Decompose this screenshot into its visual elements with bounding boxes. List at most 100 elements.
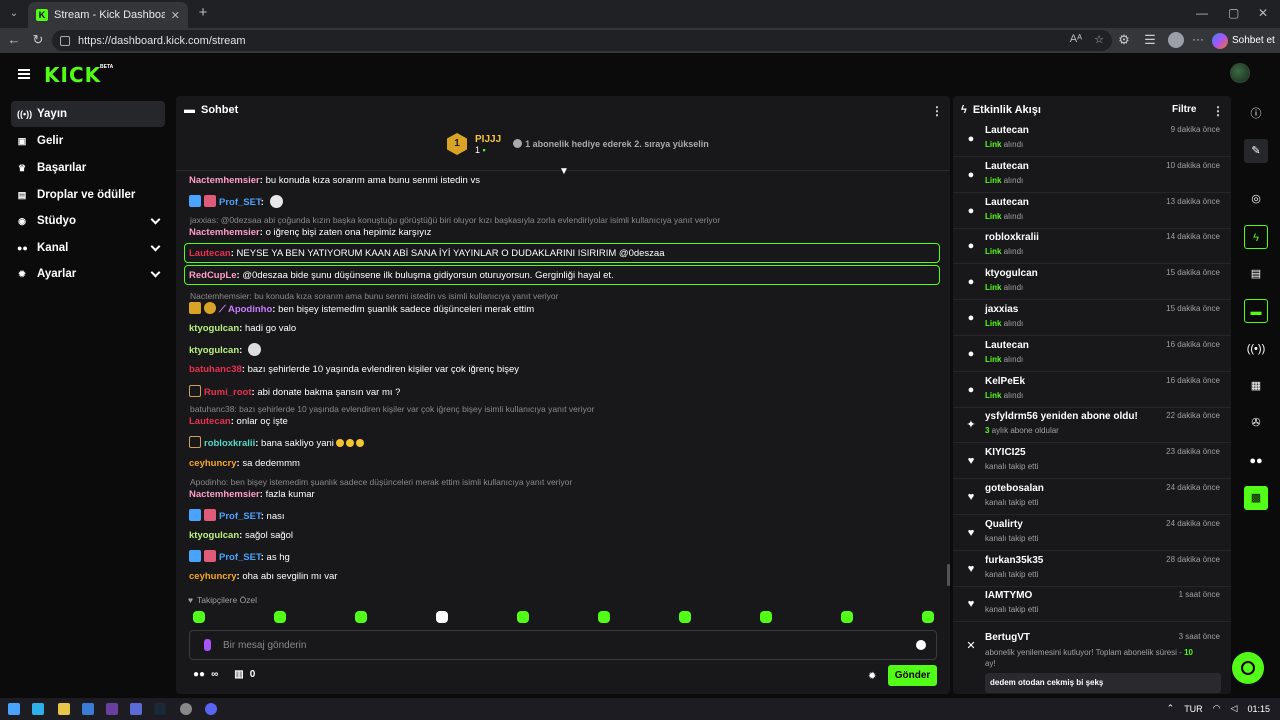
sidebar-item-yayin[interactable]: ((•)) Yayın xyxy=(11,101,165,127)
chat-message[interactable]: ktyogulcan: hadi go valo xyxy=(189,323,296,334)
emote-icon[interactable] xyxy=(355,611,367,623)
clock[interactable]: 01:15 xyxy=(1247,704,1270,714)
emote-icon[interactable] xyxy=(760,611,772,623)
tray-expand-icon[interactable]: ⌃ xyxy=(1167,703,1175,714)
favorites-icon[interactable]: ☰ xyxy=(1142,32,1158,48)
chat-message[interactable]: Prof_SET: xyxy=(189,195,283,208)
chat-options-icon[interactable]: ⋮ xyxy=(931,104,943,118)
activity-item[interactable]: ♥ gotebosalan 24 dakika önce kanalı takip e… xyxy=(953,480,1231,515)
discord-icon[interactable] xyxy=(205,703,217,715)
emote-icon[interactable] xyxy=(436,611,448,623)
read-aloud-icon[interactable]: Aᴬ xyxy=(1070,33,1082,46)
emote-icon[interactable] xyxy=(922,611,934,623)
chat-settings-icon[interactable]: ✹ xyxy=(868,671,876,682)
activity-item[interactable]: ● Lautecan 10 dakika önce Link alındı xyxy=(953,158,1231,193)
emote-icon[interactable] xyxy=(193,611,205,623)
sidebar-item-basarilar[interactable]: ♛ Başarılar xyxy=(11,155,165,181)
emote-icon[interactable] xyxy=(679,611,691,623)
sidebar-item-studyo[interactable]: ◉ Stüdyo xyxy=(11,208,165,234)
edge-icon[interactable] xyxy=(32,703,44,715)
app-icon[interactable] xyxy=(180,703,192,715)
broadcast-icon[interactable]: ((•)) xyxy=(1244,337,1268,361)
url-field[interactable]: https://dashboard.kick.com/stream Aᴬ ☆ xyxy=(52,30,1112,51)
minimize-icon[interactable]: — xyxy=(1196,6,1208,20)
lightning-icon[interactable]: ϟ xyxy=(1244,225,1268,249)
people-icon[interactable]: ●● xyxy=(1244,449,1268,473)
emoji-picker-icon[interactable] xyxy=(916,640,926,650)
activity-item[interactable]: ♥ furkan35k35 28 dakika önce kanalı takip e… xyxy=(953,552,1231,587)
chat-message[interactable]: RedCupLe: @0deszaa bide şunu düşünsene i… xyxy=(189,270,614,281)
favorite-star-icon[interactable]: ☆ xyxy=(1094,33,1104,46)
browser-profile-icon[interactable] xyxy=(1168,32,1184,48)
menu-icon[interactable] xyxy=(18,69,30,79)
maximize-icon[interactable]: ▢ xyxy=(1228,6,1239,20)
activity-item[interactable]: ● Lautecan 13 dakika önce Link alındı xyxy=(953,194,1231,229)
emote-icon[interactable] xyxy=(517,611,529,623)
chat-message[interactable]: ceyhuncry: sa dedemmm xyxy=(189,458,300,469)
sidebar-item-gelir[interactable]: ▣ Gelir xyxy=(11,128,165,154)
microphone-icon[interactable] xyxy=(204,639,211,651)
clapperboard-icon[interactable]: ▩ xyxy=(1244,486,1268,510)
camera-icon[interactable]: ◎ xyxy=(1244,187,1268,211)
pinned-gifter-leaderboard[interactable]: 1 PIJJJ 1 ▪ 1 abonelik hediye ederek 2. … xyxy=(447,133,709,155)
activity-item[interactable]: ● robloxkralii 14 dakika önce Link alındı xyxy=(953,229,1231,265)
filter-button[interactable]: Filtre xyxy=(1172,104,1196,115)
site-info-icon[interactable] xyxy=(60,35,70,46)
edit-icon[interactable]: ✎ xyxy=(1244,139,1268,163)
sidebar-item-kanal[interactable]: ●● Kanal xyxy=(11,235,165,261)
activity-item[interactable]: ● jaxxias 15 dakika önce Link alındı xyxy=(953,301,1231,336)
emote-icon[interactable] xyxy=(841,611,853,623)
app-icon[interactable] xyxy=(130,703,142,715)
copilot-button[interactable]: Sohbet et xyxy=(1212,30,1275,51)
chat-message[interactable]: robloxkralii: bana sakliyo yani xyxy=(189,436,364,449)
chat-message[interactable]: ⟋ Apodinho: ben bişey istemedim şuanlık … xyxy=(189,302,534,315)
activity-item[interactable]: ♥ IAMTYMO 1 saat önce kanalı takip etti xyxy=(953,587,1231,623)
chat-message[interactable]: Nactemhemsier: bu konuda kıza sorarım am… xyxy=(189,175,480,186)
app-icon[interactable] xyxy=(82,703,94,715)
activity-item[interactable]: ♥ KIYICI25 23 dakika önce kanalı takip etti xyxy=(953,444,1231,480)
windows-start-icon[interactable] xyxy=(8,703,20,715)
chat-message[interactable]: Nactemhemsier: fazla kumar xyxy=(189,489,315,500)
new-tab-icon[interactable]: + xyxy=(194,4,212,22)
explorer-icon[interactable] xyxy=(58,703,70,715)
back-icon[interactable]: ← xyxy=(6,32,22,48)
app-icon[interactable] xyxy=(106,703,118,715)
avatar[interactable] xyxy=(1230,63,1250,83)
wifi-icon[interactable]: ◠ xyxy=(1213,703,1221,714)
extensions-icon[interactable]: ⚙ xyxy=(1116,32,1132,48)
activity-item[interactable]: ✕ BertugVT 3 saat önce abonelik yenileme… xyxy=(953,629,1231,694)
wrench-icon[interactable]: ✇ xyxy=(1244,411,1268,435)
activity-item[interactable]: ✦ ysfyldrm56 yeniden abone oldu! 22 dakika… xyxy=(953,408,1231,444)
steam-icon[interactable] xyxy=(154,703,166,715)
activity-item[interactable]: ● Lautecan 16 dakika önce Link alındı xyxy=(953,337,1231,372)
chat-message[interactable]: Prof_SET: as hg xyxy=(189,550,290,563)
reload-icon[interactable]: ↻ xyxy=(30,32,46,48)
chat-message-input[interactable]: Bir mesaj gönderin xyxy=(189,630,937,660)
emote-icon[interactable] xyxy=(274,611,286,623)
chat-message[interactable]: Nactemhemsier: o iğrenç bişi zaten ona h… xyxy=(189,227,431,238)
chat-message[interactable]: batuhanc38: bazı şehirlerde 10 yaşında e… xyxy=(189,364,519,375)
chat-message[interactable]: Prof_SET: nası xyxy=(189,509,285,522)
activity-item[interactable]: ● KelPeEk 16 dakika önce Link alındı xyxy=(953,373,1231,408)
browser-menu-icon[interactable]: ··· xyxy=(1192,32,1204,46)
send-button[interactable]: Gönder xyxy=(888,665,937,686)
layout-icon[interactable]: ▦ xyxy=(1244,374,1268,398)
volume-icon[interactable]: ◁ xyxy=(1231,703,1238,714)
chat-message[interactable]: Lautecan: onlar oç işte xyxy=(189,416,288,427)
chat-message[interactable]: Lautecan: NEYSE YA BEN YATIYORUM KAAN AB… xyxy=(189,248,665,259)
info-icon[interactable]: ⓘ xyxy=(1244,102,1268,126)
notes-icon[interactable]: ▤ xyxy=(1244,262,1268,286)
chat-message[interactable]: ktyogulcan: xyxy=(189,343,261,356)
collapse-pinned-icon[interactable]: ▼ xyxy=(559,166,569,177)
chat-message[interactable]: Rumi_root: abi donate bakma şansın var m… xyxy=(189,385,400,398)
sidebar-item-droplar[interactable]: ▤ Droplar ve ödüller xyxy=(11,182,165,208)
tab-list-icon[interactable]: ⌄ xyxy=(6,6,22,22)
kick-logo[interactable]: KICK xyxy=(44,63,101,87)
sidebar-item-ayarlar[interactable]: ✹ Ayarlar xyxy=(11,261,165,287)
chat-scrollbar[interactable] xyxy=(947,564,950,586)
close-window-icon[interactable]: ✕ xyxy=(1258,6,1268,20)
close-tab-icon[interactable]: ✕ xyxy=(171,9,180,22)
chat-icon[interactable]: ▬ xyxy=(1244,299,1268,323)
help-chat-icon[interactable] xyxy=(1232,652,1264,684)
chat-message[interactable]: ceyhuncry: oha abı sevgilin mı var xyxy=(189,571,337,582)
